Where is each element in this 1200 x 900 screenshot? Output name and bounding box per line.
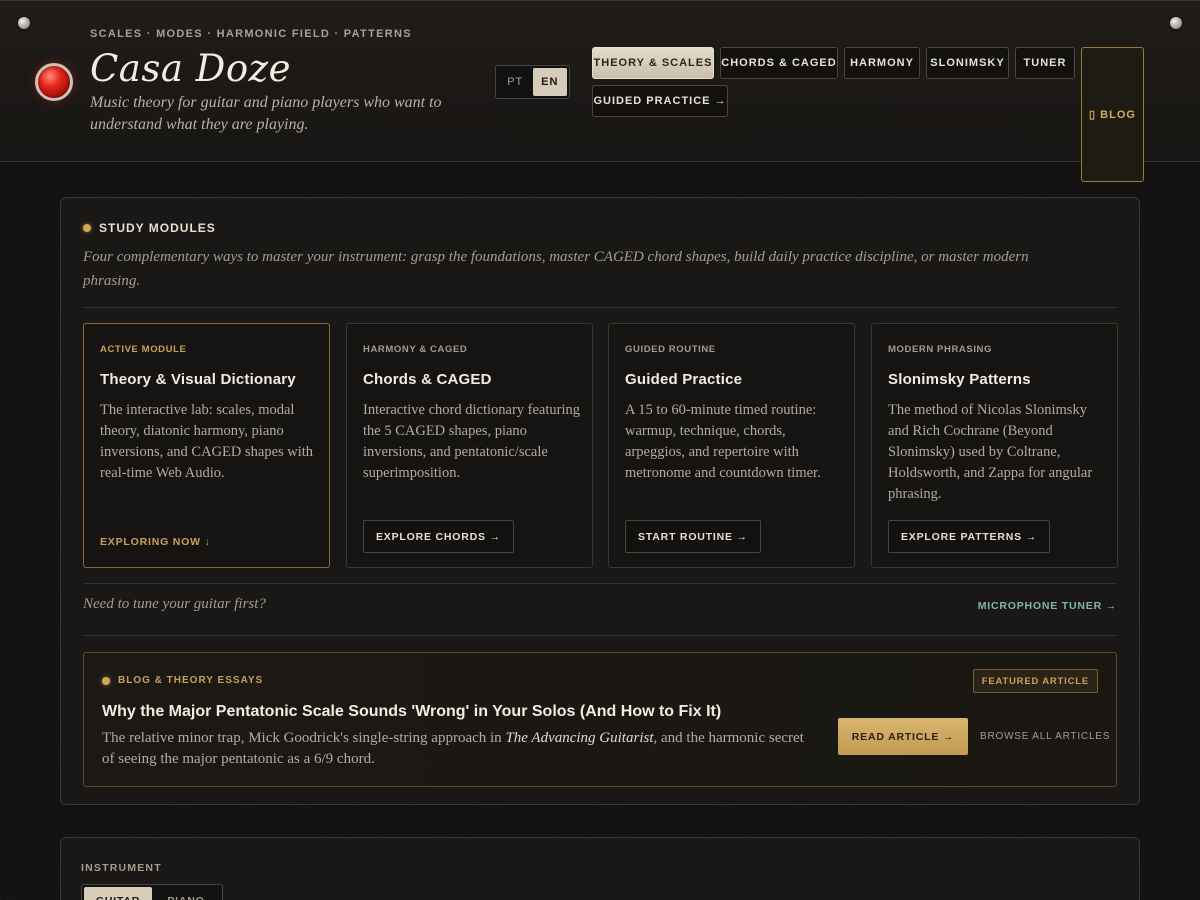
header-tagline: Music theory for guitar and piano player… <box>90 94 442 133</box>
module-card-chords: HARMONY & CAGED Chords & CAGED Interacti… <box>346 323 593 568</box>
read-article-button[interactable]: READ ARTICLE → <box>838 718 968 755</box>
card-kicker: HARMONY & CAGED <box>363 344 468 355</box>
card-title: Guided Practice <box>625 371 743 388</box>
blog-description: The relative minor trap, Mick Goodrick's… <box>102 728 812 770</box>
lang-en-button[interactable]: EN <box>532 68 567 96</box>
header-eyebrow: SCALES · MODES · HARMONIC FIELD · PATTER… <box>90 28 412 40</box>
nav-blog-button[interactable]: ▯ BLOG <box>1081 47 1144 182</box>
screw-icon <box>18 17 30 29</box>
card-title: Slonimsky Patterns <box>888 371 1031 388</box>
module-card-theory[interactable]: ACTIVE MODULE Theory & Visual Dictionary… <box>83 323 330 568</box>
start-routine-button[interactable]: START ROUTINE → <box>625 520 761 553</box>
blog-title[interactable]: Why the Major Pentatonic Scale Sounds 'W… <box>102 703 721 721</box>
red-led-icon <box>35 63 73 101</box>
explore-patterns-button[interactable]: EXPLORE PATTERNS → <box>888 520 1050 553</box>
divider <box>83 635 1117 636</box>
module-card-practice: GUIDED ROUTINE Guided Practice A 15 to 6… <box>608 323 855 568</box>
guitar-option[interactable]: GUITAR <box>84 887 152 900</box>
brand-logo[interactable]: Casa Doze <box>90 47 291 90</box>
card-description: Interactive chord dictionary featuring t… <box>363 402 580 481</box>
card-description: The interactive lab: scales, modal theor… <box>100 402 314 481</box>
modules-description: Four complementary ways to master your i… <box>83 249 1029 289</box>
nav-slonimsky-button[interactable]: SLONIMSKY <box>926 47 1009 79</box>
instrument-toggle: GUITAR PIANO <box>81 884 223 900</box>
divider <box>83 583 1117 584</box>
nav-theory-button[interactable]: THEORY & SCALES <box>592 47 714 79</box>
language-toggle: PT EN <box>495 65 570 99</box>
lang-pt-button[interactable]: PT <box>498 68 533 96</box>
tune-question: Need to tune your guitar first? <box>83 596 266 612</box>
card-title: Theory & Visual Dictionary <box>100 371 296 388</box>
modules-title: STUDY MODULES <box>99 221 216 235</box>
blog-kicker-label: BLOG & THEORY ESSAYS <box>118 675 264 686</box>
nav-harmony-button[interactable]: HARMONY <box>844 47 920 79</box>
featured-article-badge: FEATURED ARTICLE <box>972 669 1098 693</box>
divider <box>83 307 1117 308</box>
blog-desc-text: The relative minor trap, Mick Goodrick's… <box>102 730 506 746</box>
site-header: SCALES · MODES · HARMONIC FIELD · PATTER… <box>0 0 1200 182</box>
nav-tuner-button[interactable]: TUNER <box>1015 47 1075 79</box>
explore-chords-button[interactable]: EXPLORE CHORDS → <box>363 520 514 553</box>
browse-articles-link[interactable]: BROWSE ALL ARTICLES <box>980 731 1110 742</box>
exploring-now-label: EXPLORING NOW ↓ <box>100 536 211 548</box>
screw-icon <box>1170 17 1182 29</box>
piano-option[interactable]: PIANO <box>152 887 220 900</box>
nav-practice-button[interactable]: GUIDED PRACTICE → <box>592 85 728 117</box>
card-kicker: ACTIVE MODULE <box>100 344 187 355</box>
modules-heading: STUDY MODULES <box>83 221 216 235</box>
card-description: A 15 to 60-minute timed routine: warmup,… <box>625 402 821 481</box>
instrument-panel: INSTRUMENT GUITAR PIANO <box>60 837 1140 900</box>
status-dot-icon <box>83 224 91 232</box>
nav-chords-button[interactable]: CHORDS & CAGED <box>720 47 838 79</box>
card-kicker: GUIDED ROUTINE <box>625 344 716 355</box>
book-title: The Advancing Guitarist <box>505 730 654 746</box>
microphone-tuner-link[interactable]: MICROPHONE TUNER → <box>978 600 1117 612</box>
featured-blog-card: BLOG & THEORY ESSAYS FEATURED ARTICLE Wh… <box>83 652 1117 787</box>
card-kicker: MODERN PHRASING <box>888 344 993 355</box>
instrument-label: INSTRUMENT <box>81 862 162 874</box>
card-description: The method of Nicolas Slonimsky and Rich… <box>888 402 1093 502</box>
study-modules-panel: STUDY MODULES Four complementary ways to… <box>60 197 1140 805</box>
status-dot-icon <box>102 676 110 685</box>
module-card-slonimsky: MODERN PHRASING Slonimsky Patterns The m… <box>871 323 1118 568</box>
blog-kicker: BLOG & THEORY ESSAYS <box>102 675 263 686</box>
card-title: Chords & CAGED <box>363 371 492 388</box>
